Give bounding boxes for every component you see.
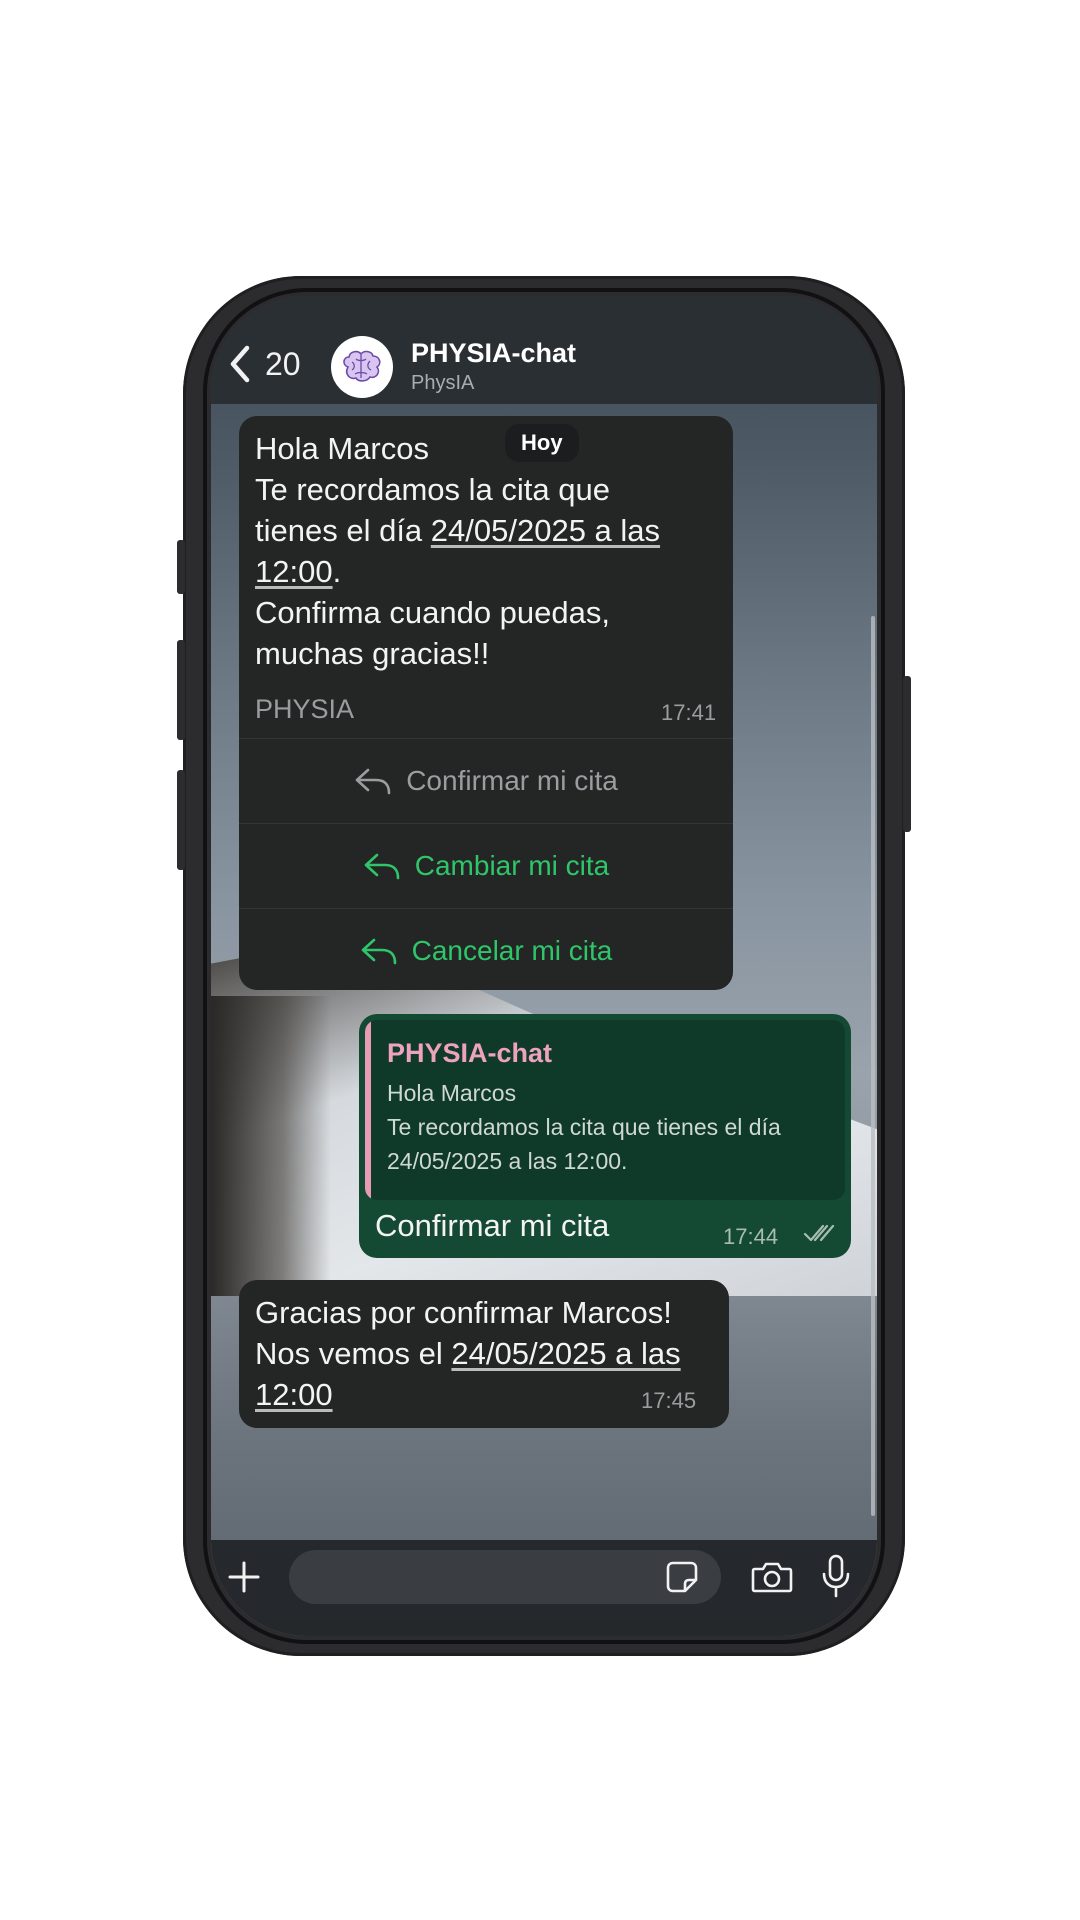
chat-screen: 20 PHYSIA-chat PhysIA Hola Marcos Te rec…	[211, 296, 877, 1636]
message-time: 17:44	[723, 1224, 779, 1249]
message-text: Hola Marcos Te recordamos la cita que ti…	[255, 428, 715, 674]
message-input[interactable]	[289, 1550, 721, 1604]
date-link[interactable]: 24/05/2025 a las	[451, 1336, 680, 1371]
double-check-icon	[803, 1224, 835, 1242]
message-text-span: .	[332, 554, 342, 589]
date-link[interactable]: 24/05/2025 a las	[431, 513, 660, 548]
plus-icon[interactable]	[227, 1560, 261, 1594]
chevron-left-icon[interactable]	[225, 344, 255, 384]
cancel-appointment-button[interactable]: Cancelar mi cita	[239, 908, 733, 993]
day-separator-chip: Hoy	[505, 424, 579, 462]
cancel-appointment-label: Cancelar mi cita	[411, 935, 613, 966]
message-line: Nos vemos el 24/05/2025 a las	[255, 1333, 715, 1374]
avatar[interactable]	[331, 336, 393, 398]
change-appointment-label: Cambiar mi cita	[414, 850, 610, 881]
sticker-icon[interactable]	[665, 1560, 699, 1594]
reply-icon	[361, 938, 396, 965]
side-button-silent	[177, 540, 185, 594]
time-link[interactable]: 12:00	[255, 1377, 333, 1412]
message-signature: PHYSIA	[255, 694, 355, 724]
quote-line: 24/05/2025 a las 12:00.	[387, 1148, 628, 1174]
time-link[interactable]: 12:00	[255, 554, 333, 589]
brain-icon	[343, 350, 381, 382]
message-line: 12:00.	[255, 551, 715, 592]
message-line: Te recordamos la cita que	[255, 472, 610, 507]
outgoing-message[interactable]: PHYSIA-chat Hola Marcos Te recordamos la…	[359, 1014, 851, 1258]
chat-subtitle: PhysIA	[411, 372, 475, 394]
microphone-icon[interactable]	[821, 1554, 851, 1598]
scrollbar[interactable]	[871, 616, 875, 1516]
quote-accent-bar	[365, 1020, 371, 1200]
message-time: 17:45	[641, 1388, 697, 1413]
change-appointment-button[interactable]: Cambiar mi cita	[239, 823, 733, 908]
message-line: tienes el día 24/05/2025 a las	[255, 510, 715, 551]
side-button-power	[903, 676, 911, 832]
message-line: Gracias por confirmar Marcos!	[255, 1295, 672, 1330]
chat-header: 20 PHYSIA-chat PhysIA	[211, 296, 877, 404]
message-line: Confirma cuando puedas,	[255, 595, 611, 630]
confirm-appointment-button[interactable]: Confirmar mi cita	[239, 738, 733, 823]
chat-title[interactable]: PHYSIA-chat	[411, 338, 576, 369]
camera-icon[interactable]	[751, 1560, 793, 1594]
reply-icon	[355, 768, 391, 795]
quote-line: Te recordamos la cita que tienes el día	[387, 1114, 781, 1140]
message-line: Hola Marcos	[255, 431, 429, 466]
quote-text: Hola Marcos Te recordamos la cita que ti…	[387, 1076, 837, 1178]
reply-icon	[364, 853, 400, 880]
quote-line: Hola Marcos	[387, 1080, 517, 1106]
message-text-span: tienes el día	[255, 513, 431, 548]
message-text: Confirmar mi cita	[375, 1208, 610, 1243]
message-line: muchas gracias!!	[255, 636, 490, 671]
side-button-volume-up	[177, 640, 185, 740]
quote-author: PHYSIA-chat	[387, 1038, 553, 1068]
confirm-appointment-label: Confirmar mi cita	[406, 765, 618, 796]
quoted-message[interactable]: PHYSIA-chat Hola Marcos Te recordamos la…	[365, 1020, 845, 1200]
incoming-message[interactable]: Hola Marcos Te recordamos la cita que ti…	[239, 416, 733, 990]
message-time: 17:41	[661, 700, 717, 725]
incoming-message[interactable]: Gracias por confirmar Marcos! Nos vemos …	[239, 1280, 729, 1428]
quick-reply-buttons: Confirmar mi cita Cambiar mi cita Cancel…	[239, 738, 733, 993]
side-button-volume-down	[177, 770, 185, 870]
message-composer	[211, 1540, 877, 1636]
back-unread-count[interactable]: 20	[265, 344, 301, 384]
message-text-span: Nos vemos el	[255, 1336, 452, 1371]
